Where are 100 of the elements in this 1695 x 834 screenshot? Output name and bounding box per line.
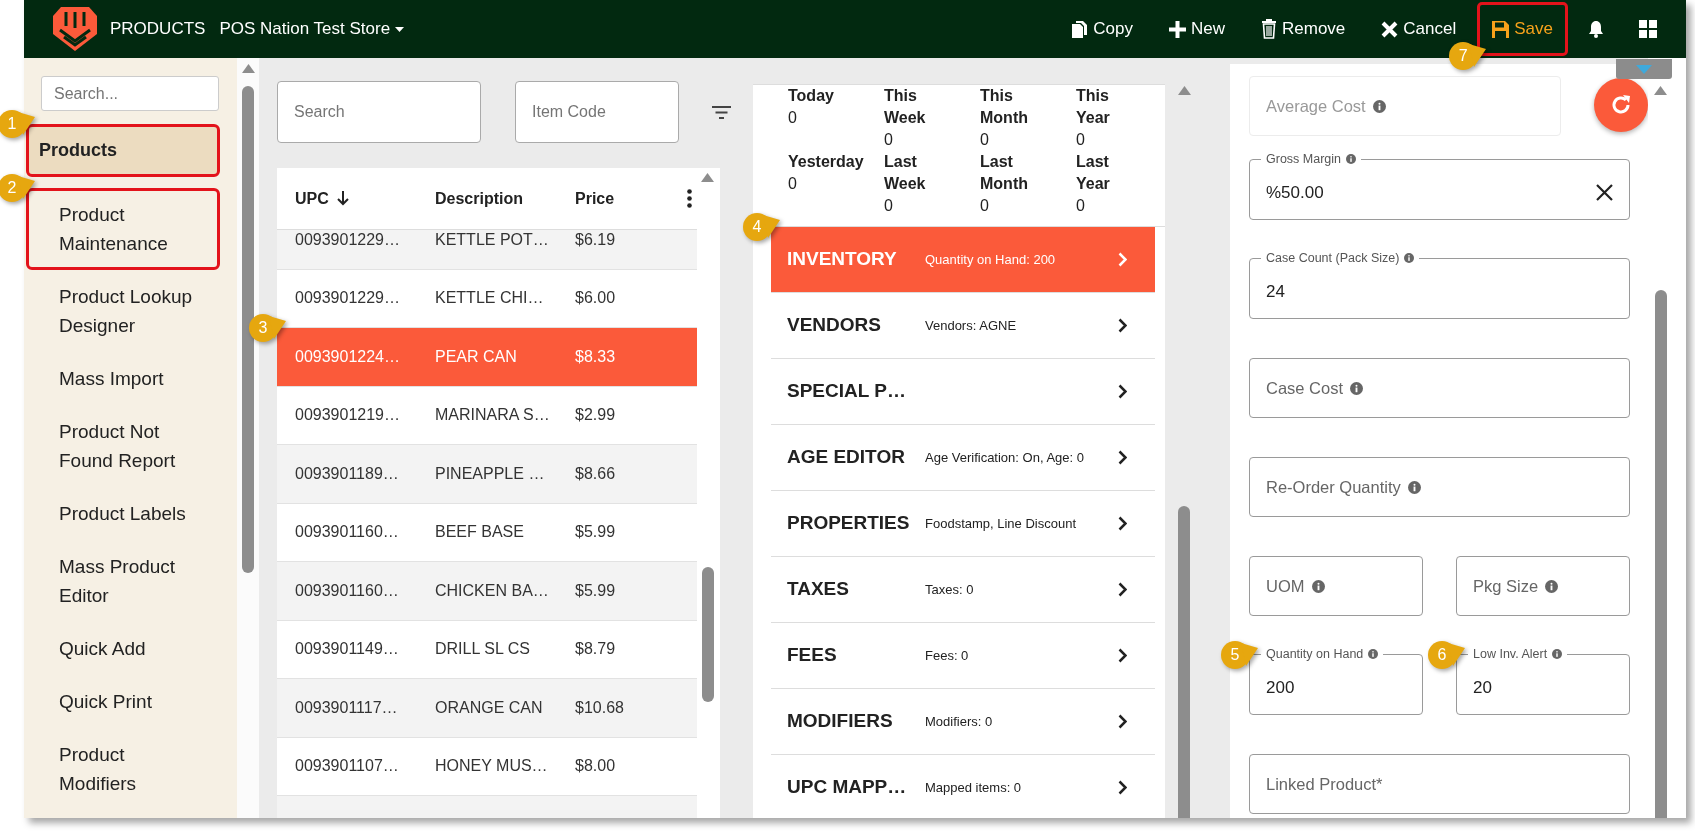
sidebar-item[interactable]: Product Modifiers xyxy=(26,728,220,810)
table-cell-text: $6.19 xyxy=(575,230,616,250)
section-row[interactable]: AGE EDITOR Age Verification: On, Age: 0 xyxy=(771,425,1155,491)
clear-icon[interactable] xyxy=(1596,183,1613,201)
table-cell-text: 0093901149… xyxy=(295,639,400,660)
input-field[interactable]: Pkg Size xyxy=(1456,556,1630,616)
refresh-button[interactable] xyxy=(1594,78,1648,132)
section-row[interactable]: SPECIAL P… xyxy=(771,359,1155,425)
sidebar-item[interactable]: Product Maintenance xyxy=(26,188,220,270)
refresh-icon xyxy=(1610,94,1632,116)
stat-label: This Year xyxy=(1076,86,1110,128)
store-dropdown[interactable]: POS Nation Test Store xyxy=(219,16,405,42)
table-cell-text: $5.99 xyxy=(575,580,616,601)
info-icon xyxy=(1552,649,1563,660)
section-title: AGE EDITOR xyxy=(787,445,906,470)
table-row[interactable]: 0093901117… ORANGE CAN $10.68 xyxy=(277,679,697,738)
column-header[interactable]: UPC xyxy=(295,186,435,211)
sidebar-item[interactable]: Product Lookup Designer xyxy=(26,270,220,352)
table-cell-text: 0093901229… xyxy=(295,288,401,309)
info-icon xyxy=(1311,579,1325,593)
sidebar-item[interactable]: Product Not Found Report xyxy=(26,405,220,487)
sidebar-item[interactable]: Quick Add xyxy=(26,622,220,675)
table-cell-text: 0093901107… xyxy=(295,756,400,777)
input-field[interactable]: Gross Margin %50.00 xyxy=(1249,153,1630,220)
copy-button[interactable]: Copy xyxy=(1055,2,1148,56)
chevron-right-icon xyxy=(1118,318,1127,333)
scroll-arrow[interactable] xyxy=(701,173,714,182)
column-header[interactable]: Price xyxy=(575,186,615,211)
table-cell-text: 0093901229… xyxy=(295,230,401,250)
section-title: FEES xyxy=(787,643,838,668)
section-row[interactable]: VENDORS Vendors: AGNE xyxy=(771,293,1155,359)
stat-label: Today xyxy=(788,86,834,106)
sidebar-item[interactable]: Quick Print xyxy=(26,675,220,728)
kebab-menu-icon[interactable] xyxy=(687,189,692,208)
table-row[interactable]: 0093901160… CHICKEN BA… $5.99 xyxy=(277,562,697,621)
input-field[interactable]: Item Code xyxy=(515,81,679,143)
scrollbar-thumb[interactable] xyxy=(242,86,254,573)
stat-label: This Week xyxy=(884,86,926,128)
input-field[interactable]: Case Cost xyxy=(1249,358,1630,418)
sidebar-item[interactable]: Mass Import xyxy=(26,352,220,405)
section-summary: Quantity on Hand: 200 xyxy=(925,250,1057,269)
section-row[interactable]: MODIFIERS Modifiers: 0 xyxy=(771,689,1155,755)
section-title: SPECIAL P… xyxy=(787,379,907,404)
table-cell-text: ORANGE CAN xyxy=(435,697,544,718)
field-value: 24 xyxy=(1266,280,1286,303)
table-cell-text: 0093901117… xyxy=(295,697,399,718)
x-icon xyxy=(1381,20,1399,38)
new-button[interactable]: New xyxy=(1154,2,1240,56)
search-field[interactable]: Search xyxy=(277,81,481,143)
input-field[interactable]: Re-Order Quantity xyxy=(1249,457,1630,517)
info-icon xyxy=(1404,253,1415,264)
section-summary: Age Verification: On, Age: 0 xyxy=(925,448,1085,467)
stat-value: 0 xyxy=(980,196,990,216)
chevron-right-icon xyxy=(1118,252,1127,267)
table-cell-text: 0093901219… xyxy=(295,405,401,426)
chevron-right-icon xyxy=(1118,648,1127,663)
section-row[interactable]: UPC MAPP… Mapped items: 0 xyxy=(771,755,1155,818)
bell-icon xyxy=(1589,20,1603,38)
remove-button[interactable]: Remove xyxy=(1246,2,1361,56)
field-value: 200 xyxy=(1266,676,1296,699)
section-title: PROPERTIES xyxy=(787,511,911,536)
search-field[interactable]: Search... xyxy=(41,76,219,111)
table-cell-text: $8.00 xyxy=(575,756,616,777)
sidebar-category[interactable]: Products xyxy=(26,124,220,177)
scroll-arrow[interactable] xyxy=(242,64,255,73)
section-row[interactable]: FEES Fees: 0 xyxy=(771,623,1155,689)
save-button[interactable]: Save xyxy=(1477,2,1568,56)
caret-down-icon xyxy=(1636,64,1652,74)
table-cell-text: KETTLE CHI… xyxy=(435,288,545,309)
table-cell-text: CHICKEN BA… xyxy=(435,580,550,601)
input-field[interactable]: UOM xyxy=(1249,556,1423,616)
input-field[interactable]: Linked Product* xyxy=(1249,754,1630,814)
scrollbar-thumb[interactable] xyxy=(1655,290,1667,818)
caret-icon xyxy=(395,26,405,32)
table-row[interactable]: 0093901189… PINEAPPLE … $8.66 xyxy=(277,445,697,504)
column-header[interactable]: Description xyxy=(435,186,575,211)
grid-icon xyxy=(1639,20,1657,38)
table-cell-text: PEAR CAN xyxy=(435,346,518,367)
scrollbar-thumb[interactable] xyxy=(702,567,714,702)
stat-label: Last Month xyxy=(980,152,1028,194)
table-cell-text: 0093901160… xyxy=(295,580,400,601)
stat-value: 0 xyxy=(884,196,894,216)
table-cell-text: MARINARA S… xyxy=(435,405,551,426)
sidebar-item[interactable]: Product Labels xyxy=(26,487,220,540)
table-row[interactable]: 0093901229… KETTLE POT… $6.19 xyxy=(277,230,697,270)
stat-label: Last Week xyxy=(884,152,926,194)
scroll-arrow[interactable] xyxy=(1654,86,1667,95)
stat-value: 0 xyxy=(884,130,894,150)
section-row[interactable]: TAXES Taxes: 0 xyxy=(771,557,1155,623)
input-field[interactable]: Case Count (Pack Size) 24 xyxy=(1249,252,1630,319)
sidebar-item[interactable]: Mass Product Editor xyxy=(26,540,220,622)
scrollbar-thumb[interactable] xyxy=(1178,506,1190,818)
stat-value: 0 xyxy=(788,108,798,128)
scroll-arrow[interactable] xyxy=(1178,86,1191,95)
section-row[interactable]: PROPERTIES Foodstamp, Line Discount xyxy=(771,491,1155,557)
section-summary: Taxes: 0 xyxy=(925,580,975,599)
stat-label: This Month xyxy=(980,86,1028,128)
copy-icon xyxy=(1070,19,1089,39)
stat-label: Yesterday xyxy=(788,152,864,172)
filter-icon[interactable] xyxy=(712,105,731,119)
